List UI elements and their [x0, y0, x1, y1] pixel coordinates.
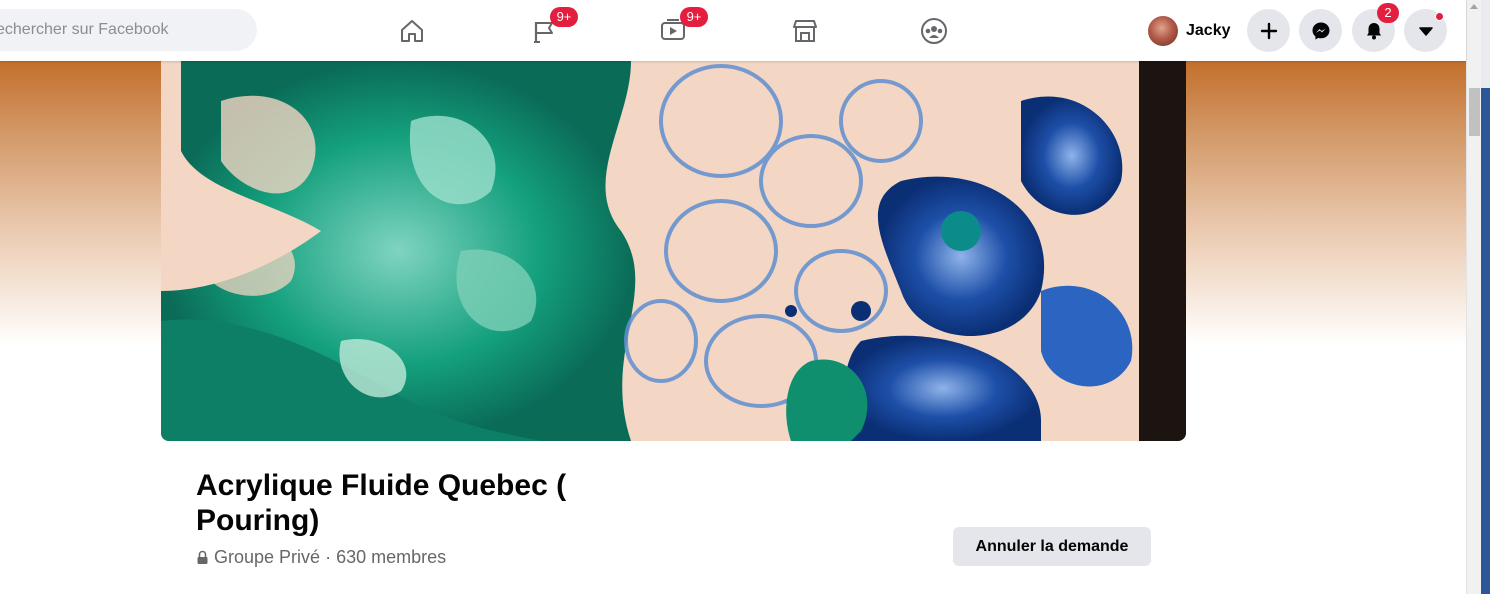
page-scrollbar[interactable] — [1466, 0, 1481, 594]
cover-photo-art — [161, 61, 1186, 441]
top-navigation-bar: 9+ 9+ Jacky — [0, 0, 1466, 61]
pages-badge: 9+ — [550, 7, 578, 27]
cancel-request-button[interactable]: Annuler la demande — [953, 527, 1151, 566]
tab-watch[interactable]: 9+ — [643, 7, 708, 54]
notifications-button[interactable]: 2 — [1352, 3, 1399, 52]
search-input[interactable] — [0, 21, 257, 39]
meta-separator: · — [320, 546, 337, 567]
account-menu-button[interactable] — [1404, 9, 1447, 52]
window-edge — [1481, 0, 1490, 594]
scroll-up-arrow-icon[interactable] — [1470, 4, 1478, 9]
avatar — [1148, 16, 1178, 46]
watch-badge: 9+ — [680, 7, 708, 27]
group-name: Acrylique Fluide Quebec ( Pouring) — [196, 469, 567, 537]
cover-photo — [161, 61, 1186, 441]
account-menu-dot-badge — [1435, 12, 1444, 21]
marketplace-icon — [793, 20, 817, 42]
search-box[interactable] — [0, 9, 257, 51]
tab-groups[interactable] — [904, 8, 964, 54]
plus-icon — [1260, 22, 1277, 39]
messenger-button[interactable] — [1299, 9, 1342, 52]
profile-name: Jacky — [1186, 22, 1231, 39]
tab-home[interactable] — [382, 8, 442, 54]
groups-icon — [921, 18, 947, 44]
messenger-icon — [1312, 22, 1329, 39]
bell-icon — [1366, 22, 1381, 39]
caret-down-icon — [1418, 26, 1433, 36]
notifications-count-badge: 2 — [1377, 3, 1399, 23]
tab-pages[interactable]: 9+ — [514, 7, 578, 54]
home-icon — [401, 20, 423, 42]
lock-icon — [197, 550, 208, 564]
scroll-thumb[interactable] — [1469, 88, 1480, 136]
profile-shortcut[interactable]: Jacky — [1142, 10, 1236, 52]
group-meta: Groupe Privé · 630 membres — [196, 546, 446, 568]
group-member-count[interactable]: 630 membres — [336, 547, 446, 568]
background-window-strip — [1481, 88, 1490, 594]
create-button[interactable] — [1247, 9, 1290, 52]
group-privacy: Groupe Privé — [214, 546, 321, 567]
tab-marketplace[interactable] — [775, 8, 835, 54]
